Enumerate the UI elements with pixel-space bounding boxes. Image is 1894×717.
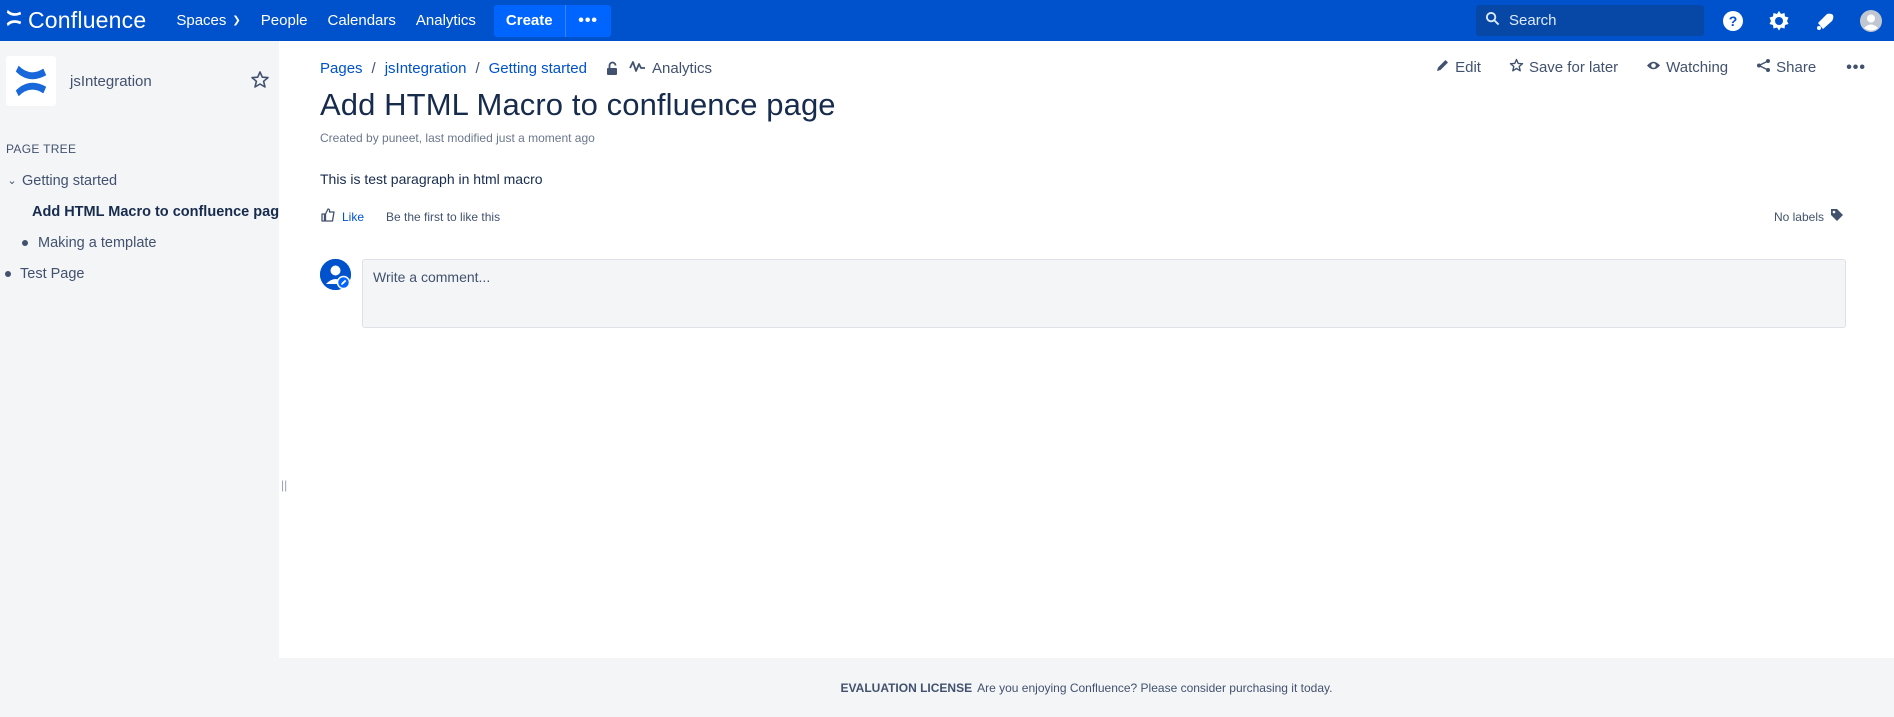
space-name[interactable]: jsIntegration (70, 73, 152, 90)
space-logo-icon[interactable] (6, 56, 56, 106)
space-header: jsIntegration (0, 41, 279, 121)
search-icon (1485, 11, 1500, 31)
create-button-group: Create ••• (493, 4, 611, 37)
pencil-icon (1435, 58, 1455, 77)
brand-name: Confluence (28, 7, 147, 33)
search-placeholder: Search (1509, 12, 1557, 29)
main-content: Pages / jsIntegration / Getting started … (279, 41, 1894, 658)
tree-item-label: Add HTML Macro to confluence page (32, 203, 279, 220)
share-icon (1756, 58, 1776, 77)
user-avatar (320, 259, 351, 290)
sidebar: jsIntegration PAGE TREE ⌄ Getting starte… (0, 41, 279, 717)
breadcrumb: Pages / jsIntegration / Getting started … (320, 59, 712, 78)
edit-button[interactable]: Edit (1435, 58, 1481, 77)
tree-item-making-a-template[interactable]: Making a template (0, 227, 279, 258)
settings-icon[interactable] (1756, 0, 1802, 41)
unlock-icon[interactable] (605, 61, 620, 76)
bullet-icon (5, 270, 11, 277)
create-button[interactable]: Create (494, 5, 565, 37)
nav-people[interactable]: People (251, 0, 318, 41)
tag-icon[interactable] (1824, 208, 1844, 225)
tree-item-add-html-macro[interactable]: Add HTML Macro to confluence page (0, 196, 279, 227)
thumbs-up-icon[interactable] (320, 207, 336, 226)
chevron-down-icon: ❯ (232, 15, 241, 26)
more-actions-button[interactable]: ••• (1846, 59, 1866, 77)
nav-analytics[interactable]: Analytics (406, 0, 486, 41)
create-more-button[interactable]: ••• (564, 4, 611, 37)
footer: EVALUATION LICENSE Are you enjoying Conf… (279, 658, 1894, 717)
eye-icon (1646, 58, 1666, 77)
confluence-home-link[interactable]: Confluence (5, 0, 146, 41)
bullet-icon (22, 239, 28, 246)
tree-item-label: Making a template (38, 234, 157, 251)
no-labels-text: No labels (1773, 209, 1824, 224)
breadcrumb-pages[interactable]: Pages (320, 60, 363, 77)
comment-input[interactable]: Write a comment... (362, 259, 1846, 328)
edit-label: Edit (1455, 59, 1481, 76)
page-byline: Created by puneet, last modified just a … (320, 131, 595, 145)
save-for-later-button[interactable]: Save for later (1509, 58, 1618, 77)
search-input[interactable]: Search (1476, 5, 1704, 36)
breadcrumb-space[interactable]: jsIntegration (385, 60, 467, 77)
tree-item-test-page[interactable]: Test Page (0, 258, 279, 289)
license-label: EVALUATION LICENSE (840, 680, 973, 695)
star-icon (1509, 58, 1529, 77)
nav-spaces[interactable]: Spaces ❯ (166, 0, 250, 41)
nav-calendars[interactable]: Calendars (318, 0, 406, 41)
watching-button[interactable]: Watching (1646, 58, 1728, 77)
page-actions: Edit Save for later Watching Share ••• (1407, 58, 1866, 77)
svg-text:?: ? (1729, 13, 1738, 29)
page-title: Add HTML Macro to confluence page (320, 87, 836, 122)
help-icon[interactable]: ? (1710, 0, 1756, 41)
breadcrumb-separator: / (475, 60, 480, 77)
analytics-label: Analytics (652, 60, 713, 77)
breadcrumb-parent[interactable]: Getting started (489, 60, 587, 77)
analytics-icon (629, 59, 652, 78)
like-hint: Be the first to like this (386, 209, 501, 224)
tree-item-label: Test Page (20, 265, 85, 282)
page-analytics-link[interactable]: Analytics (629, 59, 712, 78)
save-for-later-label: Save for later (1528, 59, 1619, 76)
nav-spaces-label: Spaces (176, 12, 227, 29)
right-nav-icons: ? (1710, 0, 1894, 41)
watching-label: Watching (1666, 59, 1729, 76)
tree-item-getting-started[interactable]: ⌄ Getting started (0, 165, 279, 196)
share-button[interactable]: Share (1756, 58, 1816, 77)
chevron-down-icon[interactable]: ⌄ (2, 174, 22, 187)
confluence-logo-icon (5, 9, 23, 32)
page-tree: ⌄ Getting started Add HTML Macro to conf… (0, 165, 279, 289)
page-body-paragraph: This is test paragraph in html macro (320, 171, 543, 187)
breadcrumb-separator: / (371, 60, 376, 77)
notifications-icon[interactable] (1802, 0, 1848, 41)
labels-area: No labels (1774, 208, 1844, 225)
page-tree-title: PAGE TREE (6, 142, 77, 156)
share-label: Share (1776, 59, 1817, 76)
primary-nav: Spaces ❯ People Calendars Analytics Crea… (166, 0, 611, 41)
tree-item-label: Getting started (22, 172, 118, 189)
top-navigation: Confluence Spaces ❯ People Calendars Ana… (0, 0, 1894, 41)
like-row: Like Be the first to like this (320, 207, 500, 226)
license-message: Are you enjoying Confluence? Please cons… (977, 680, 1333, 695)
user-avatar-icon[interactable] (1848, 0, 1894, 41)
star-icon[interactable] (250, 70, 270, 90)
like-button[interactable]: Like (342, 210, 364, 224)
